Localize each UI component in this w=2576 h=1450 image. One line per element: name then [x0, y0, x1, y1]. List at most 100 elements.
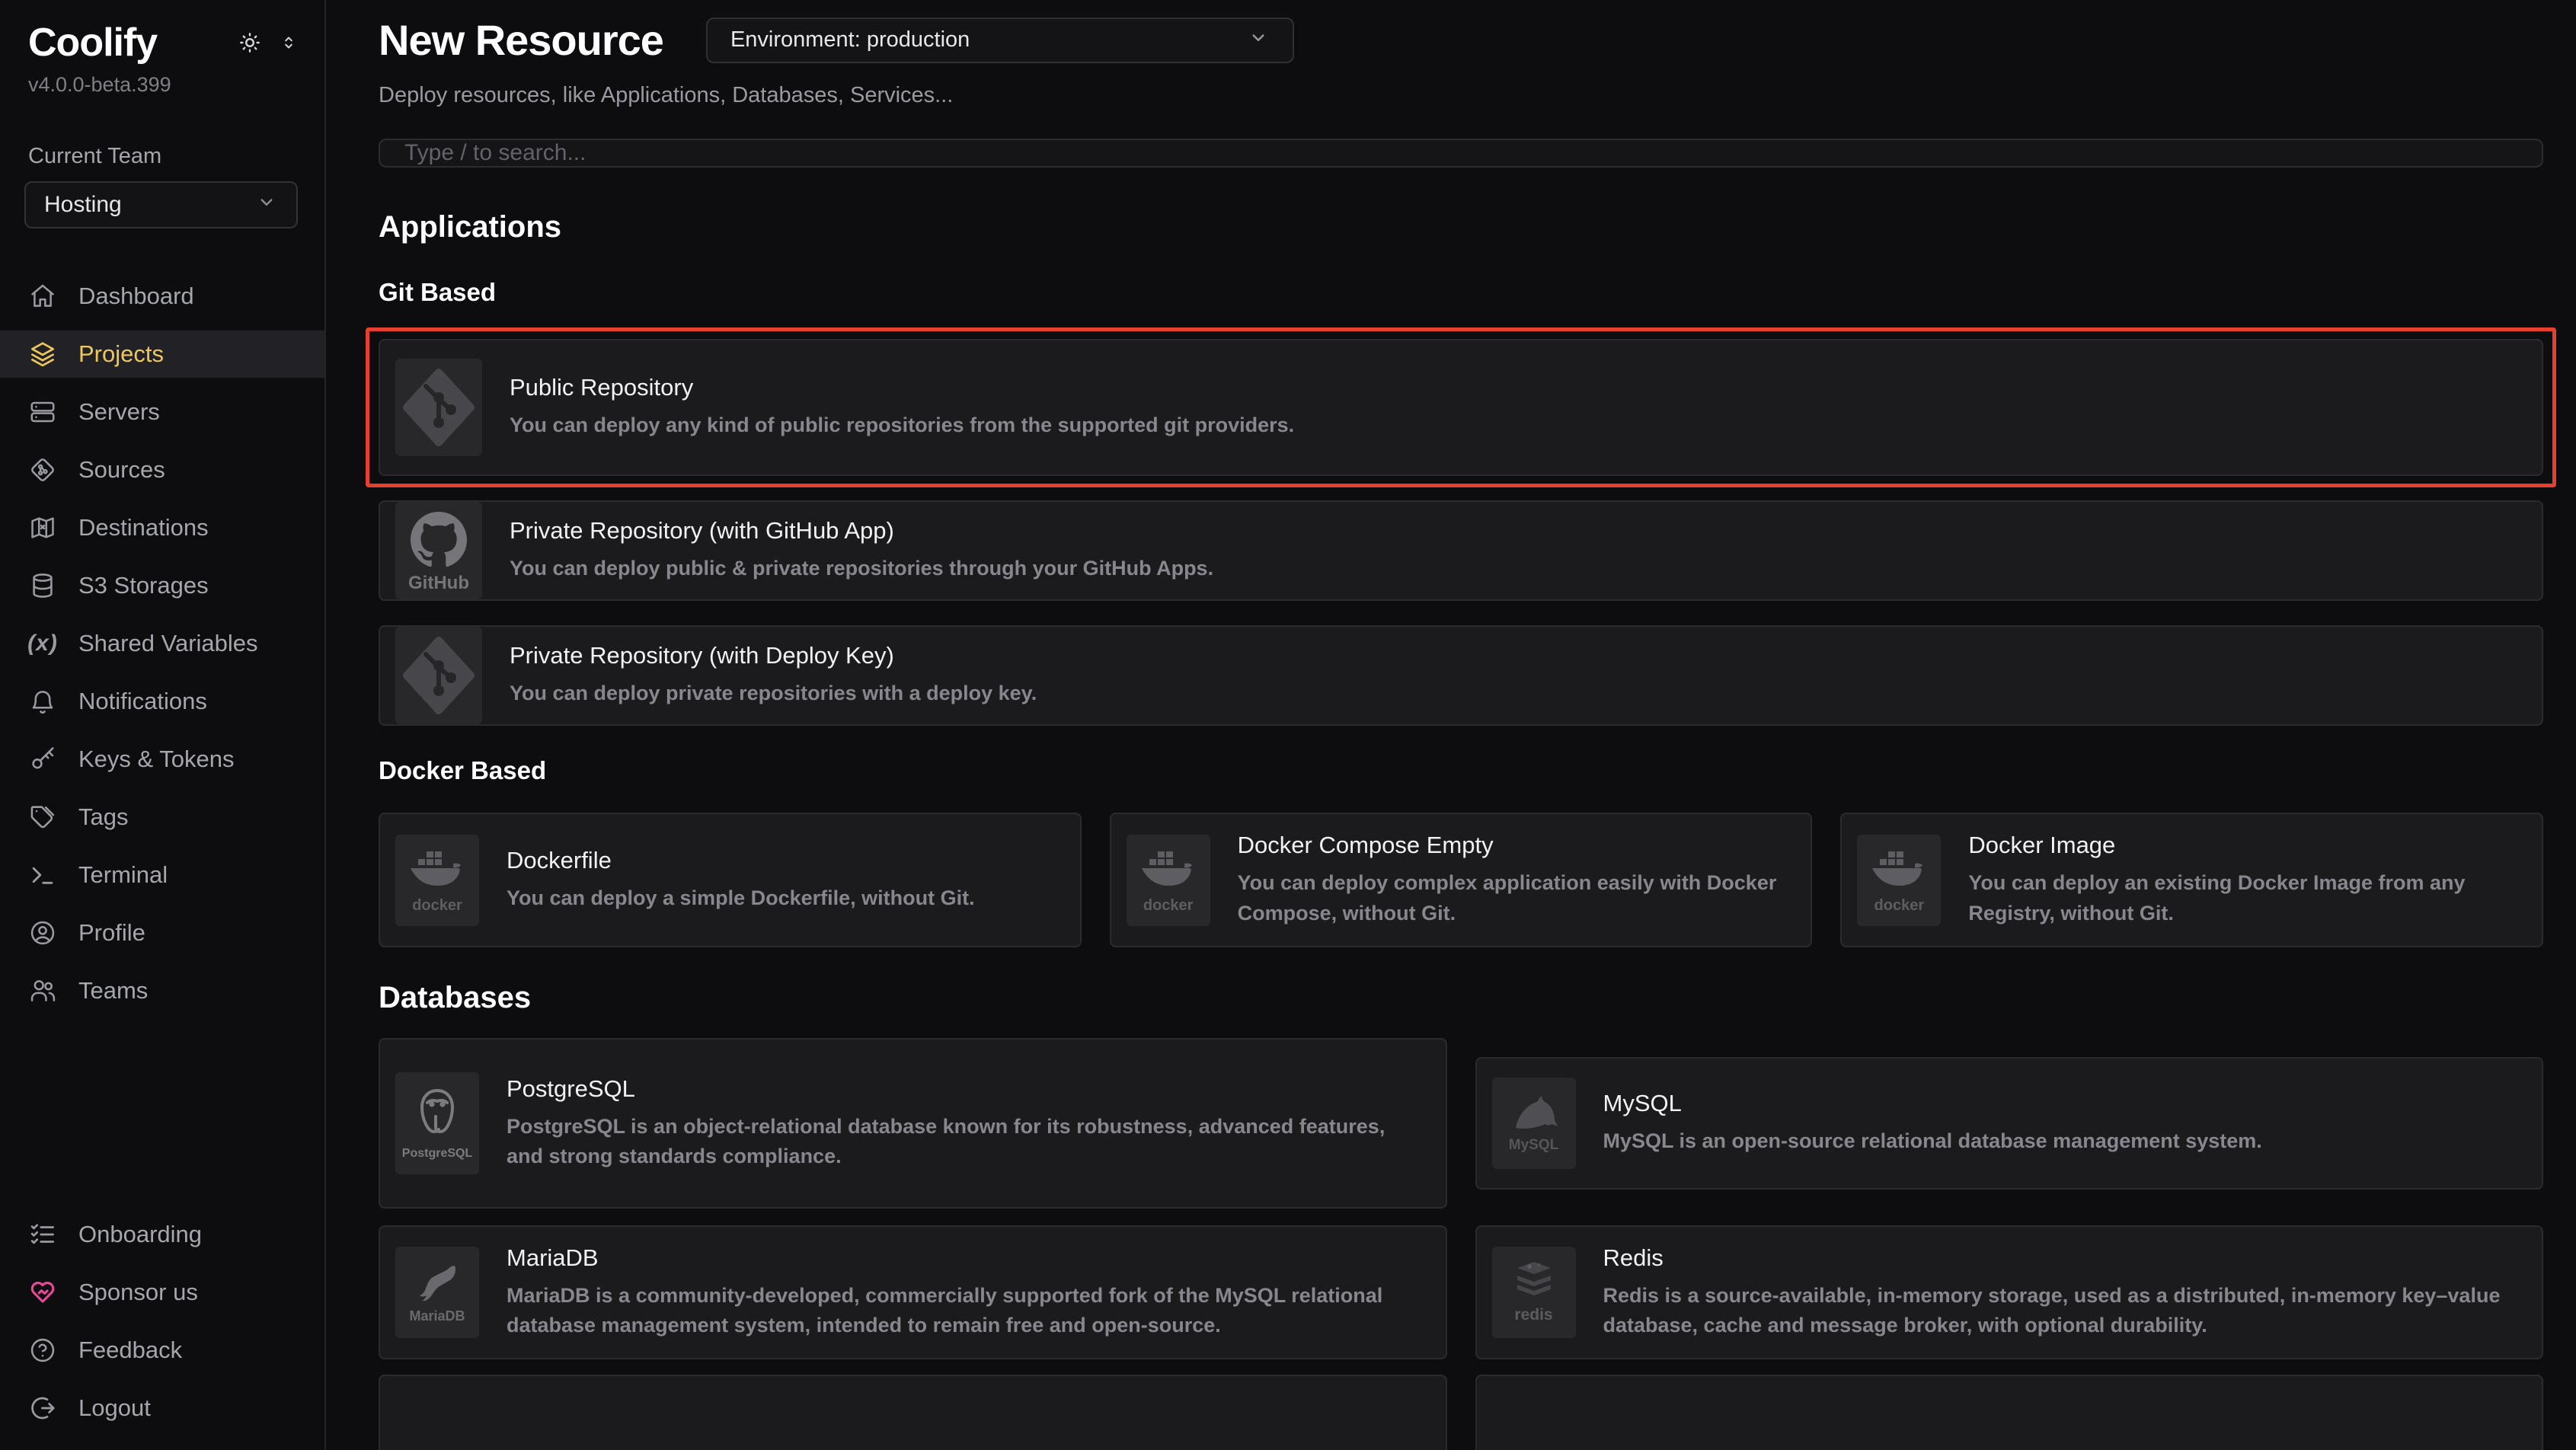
database-icon	[28, 571, 57, 600]
sidebar-nav: Dashboard Projects Servers Sources Desti…	[0, 273, 324, 1014]
environment-select-value: Environment: production	[730, 27, 970, 53]
sidebar-item-shared-variables[interactable]: (x) Shared Variables	[0, 620, 324, 667]
card-description: You can deploy any kind of public reposi…	[510, 410, 1294, 440]
sidebar-item-label: Notifications	[78, 688, 207, 715]
docker-wordmark: docker	[1874, 897, 1925, 915]
card-title: Private Repository (with Deploy Key)	[510, 642, 1037, 669]
server-icon	[28, 398, 57, 426]
sidebar-item-feedback[interactable]: Feedback	[0, 1327, 324, 1374]
sidebar-item-notifications[interactable]: Notifications	[0, 678, 324, 725]
sidebar: Coolify v4.0.0-beta.399 Current Team Hos…	[0, 0, 326, 1450]
chevron-down-icon	[1247, 26, 1270, 55]
database-cards-row-1: PostgreSQL PostgreSQL PostgreSQL is an o…	[379, 1038, 2543, 1209]
docker-icon: docker	[1127, 835, 1210, 926]
sidebar-item-label: Keys & Tokens	[78, 746, 234, 773]
sidebar-item-label: Dashboard	[78, 283, 194, 310]
card-description: MariaDB is a community-developed, commer…	[507, 1281, 1427, 1340]
sidebar-item-label: Profile	[78, 919, 145, 947]
map-icon	[28, 513, 57, 542]
card-description: You can deploy a simple Dockerfile, with…	[507, 883, 975, 913]
environment-select[interactable]: Environment: production	[706, 18, 1294, 63]
sidebar-item-keys-tokens[interactable]: Keys & Tokens	[0, 736, 324, 783]
terminal-icon	[28, 861, 57, 889]
app-version: v4.0.0-beta.399	[0, 65, 324, 97]
main-content: New Resource Environment: production Dep…	[326, 0, 2576, 1450]
card-mysql[interactable]: MySQL MySQL MySQL is an open-source rela…	[1475, 1057, 2544, 1190]
sidebar-item-onboarding[interactable]: Onboarding	[0, 1211, 324, 1258]
git-branch-icon	[28, 455, 57, 484]
sidebar-item-label: Servers	[78, 398, 160, 426]
git-icon	[395, 359, 482, 456]
card-private-repository-github-app[interactable]: GitHub Private Repository (with GitHub A…	[379, 500, 2543, 601]
bell-icon	[28, 687, 57, 716]
database-cards-row-3-clipped	[379, 1375, 2543, 1450]
search-input[interactable]	[380, 140, 2542, 166]
page-title: New Resource	[379, 15, 663, 65]
sidebar-item-dashboard[interactable]: Dashboard	[0, 273, 324, 320]
docker-cards-row: docker Dockerfile You can deploy a simpl…	[379, 813, 2543, 947]
help-circle-icon	[28, 1336, 57, 1365]
users-icon	[28, 976, 57, 1005]
section-heading-databases: Databases	[379, 981, 2543, 1015]
card-docker-compose-empty[interactable]: docker Docker Compose Empty You can depl…	[1110, 813, 1813, 947]
section-heading-applications: Applications	[379, 210, 2543, 244]
sidebar-item-label: Destinations	[78, 514, 209, 541]
card-description: You can deploy an existing Docker Image …	[1968, 868, 2523, 928]
card-clipped[interactable]	[379, 1375, 1447, 1450]
team-select[interactable]: Hosting	[24, 181, 298, 228]
mariadb-wordmark: MariaDB	[409, 1308, 465, 1324]
variable-icon: (x)	[28, 629, 57, 658]
card-description: You can deploy public & private reposito…	[510, 554, 1213, 583]
tags-icon	[28, 803, 57, 832]
card-public-repository[interactable]: Public Repository You can deploy any kin…	[379, 339, 2543, 476]
sidebar-item-label: Sponsor us	[78, 1279, 198, 1306]
card-clipped[interactable]	[1475, 1375, 2544, 1450]
card-description: You can deploy private repositories with…	[510, 679, 1037, 708]
git-icon	[395, 627, 482, 724]
card-title: Private Repository (with GitHub App)	[510, 517, 1213, 545]
docker-wordmark: docker	[412, 897, 462, 915]
search-bar	[379, 139, 2543, 168]
sidebar-item-tags[interactable]: Tags	[0, 794, 324, 841]
app-logo: Coolify	[28, 20, 157, 65]
sidebar-item-label: Tags	[78, 803, 128, 831]
sidebar-item-label: Teams	[78, 977, 148, 1004]
card-mariadb[interactable]: MariaDB MariaDB MariaDB is a community-d…	[379, 1225, 1447, 1359]
card-description: Redis is a source-available, in-memory s…	[1603, 1281, 2524, 1340]
coolify-app: Coolify v4.0.0-beta.399 Current Team Hos…	[0, 0, 2576, 1450]
sidebar-item-terminal[interactable]: Terminal	[0, 851, 324, 899]
redis-wordmark: redis	[1514, 1306, 1552, 1324]
card-docker-image[interactable]: docker Docker Image You can deploy an ex…	[1840, 813, 2543, 947]
card-redis[interactable]: redis Redis Redis is a source-available,…	[1475, 1225, 2544, 1359]
sidebar-item-logout[interactable]: Logout	[0, 1385, 324, 1432]
sidebar-item-label: Projects	[78, 340, 164, 368]
home-icon	[28, 282, 57, 311]
github-icon: GitHub	[395, 502, 482, 599]
highlight-annotation-box: Public Repository You can deploy any kin…	[379, 339, 2543, 476]
sidebar-item-profile[interactable]: Profile	[0, 909, 324, 957]
sidebar-item-sources[interactable]: Sources	[0, 446, 324, 493]
database-cards-row-2: MariaDB MariaDB MariaDB is a community-d…	[379, 1225, 2543, 1359]
card-private-repository-deploy-key[interactable]: Private Repository (with Deploy Key) You…	[379, 625, 2543, 726]
card-dockerfile[interactable]: docker Dockerfile You can deploy a simpl…	[379, 813, 1082, 947]
docker-icon: docker	[395, 835, 479, 926]
heart-handshake-icon	[28, 1278, 57, 1307]
version-switcher-icon[interactable]	[279, 33, 299, 53]
checklist-icon	[28, 1220, 57, 1249]
postgresql-wordmark: PostgreSQL	[402, 1147, 472, 1161]
theme-toggle-sun-icon[interactable]	[238, 30, 262, 55]
card-postgresql[interactable]: PostgreSQL PostgreSQL PostgreSQL is an o…	[379, 1038, 1447, 1209]
sidebar-item-destinations[interactable]: Destinations	[0, 504, 324, 551]
docker-icon: docker	[1857, 835, 1941, 926]
key-icon	[28, 745, 57, 774]
card-description: MySQL is an open-source relational datab…	[1603, 1126, 2262, 1156]
sidebar-item-label: Terminal	[78, 861, 168, 889]
card-title: MySQL	[1603, 1090, 2262, 1117]
sidebar-item-projects[interactable]: Projects	[0, 331, 324, 378]
sidebar-item-sponsor-us[interactable]: Sponsor us	[0, 1269, 324, 1316]
sidebar-item-teams[interactable]: Teams	[0, 967, 324, 1014]
sidebar-item-label: Logout	[78, 1394, 151, 1422]
mariadb-icon: MariaDB	[395, 1247, 479, 1338]
sidebar-item-servers[interactable]: Servers	[0, 388, 324, 436]
sidebar-item-s3-storages[interactable]: S3 Storages	[0, 562, 324, 609]
